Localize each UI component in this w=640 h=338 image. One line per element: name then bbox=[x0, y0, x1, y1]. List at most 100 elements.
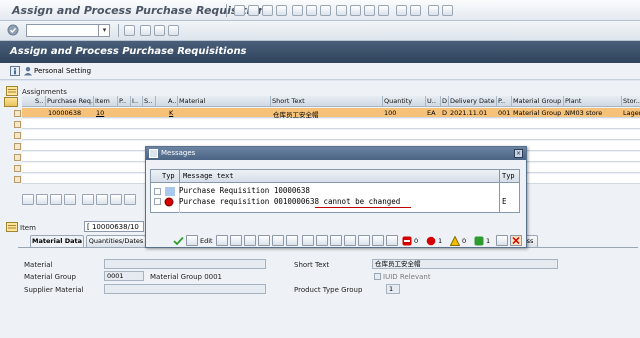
col-unit[interactable]: U.. bbox=[427, 97, 436, 105]
export-icon[interactable] bbox=[344, 235, 356, 246]
zoom-icon[interactable] bbox=[36, 194, 48, 205]
col-short-text[interactable]: Short Text bbox=[272, 97, 305, 105]
item-label: Item bbox=[20, 224, 36, 232]
tab-material-data[interactable]: Material Data bbox=[30, 235, 84, 247]
edit-pencil-icon[interactable] bbox=[186, 235, 198, 246]
new-session-icon[interactable] bbox=[396, 5, 407, 16]
warning-filter-icon[interactable] bbox=[450, 236, 460, 246]
layout-icon[interactable] bbox=[442, 5, 453, 16]
dialog-icon bbox=[149, 149, 158, 158]
col-d[interactable]: D bbox=[442, 97, 447, 105]
exit-icon[interactable] bbox=[262, 5, 273, 16]
filter-icon[interactable] bbox=[316, 235, 328, 246]
paste-icon[interactable] bbox=[64, 194, 76, 205]
col-p[interactable]: P.. bbox=[119, 97, 126, 105]
col-purchase-req[interactable]: Purchase Req. bbox=[47, 97, 93, 105]
error-filter-icon[interactable] bbox=[426, 236, 436, 246]
technical-info-icon[interactable] bbox=[230, 235, 242, 246]
row-select-checkbox[interactable] bbox=[14, 143, 21, 150]
previous-icon[interactable] bbox=[258, 235, 270, 246]
prev-page-icon[interactable] bbox=[350, 5, 361, 16]
first-icon[interactable] bbox=[244, 235, 256, 246]
sort-asc-icon[interactable] bbox=[82, 194, 94, 205]
col-a[interactable]: A.. bbox=[168, 97, 176, 105]
message-checkbox[interactable] bbox=[154, 188, 161, 195]
table-row[interactable] bbox=[22, 130, 640, 140]
col-quantity[interactable]: Quantity bbox=[384, 97, 412, 105]
filter-icon[interactable] bbox=[96, 194, 108, 205]
layout-icon[interactable] bbox=[372, 235, 384, 246]
col-typ[interactable]: Typ bbox=[151, 170, 179, 183]
personal-setting-icon bbox=[24, 67, 32, 76]
col-p2[interactable]: P.. bbox=[498, 97, 505, 105]
col-status[interactable]: S.. bbox=[35, 97, 43, 105]
messages-table: Typ Message text Typ Purchase Requisitio… bbox=[150, 169, 520, 213]
sum-icon[interactable] bbox=[110, 194, 122, 205]
message-checkbox[interactable] bbox=[154, 198, 161, 205]
print-icon[interactable] bbox=[358, 235, 370, 246]
col-material-group[interactable]: Material Group bbox=[513, 97, 561, 105]
back-icon[interactable] bbox=[248, 5, 259, 16]
find-next-icon[interactable] bbox=[320, 5, 331, 16]
shortcut-icon[interactable] bbox=[410, 5, 421, 16]
info-icon[interactable] bbox=[10, 66, 20, 76]
last-icon[interactable] bbox=[286, 235, 298, 246]
col-stor[interactable]: Stor.. bbox=[623, 97, 640, 105]
row-select-checkbox[interactable] bbox=[14, 165, 21, 172]
col-typ-2[interactable]: Typ bbox=[499, 170, 519, 183]
row-select-checkbox[interactable] bbox=[14, 121, 21, 128]
table-row[interactable] bbox=[22, 119, 640, 129]
sum-icon[interactable] bbox=[330, 235, 342, 246]
personal-setting-button[interactable]: Personal Setting bbox=[34, 67, 91, 75]
row-d: D bbox=[442, 109, 448, 117]
dialog-title: Messages bbox=[161, 149, 196, 157]
stop-filter-icon[interactable] bbox=[402, 236, 412, 246]
first-page-icon[interactable] bbox=[336, 5, 347, 16]
print-icon[interactable] bbox=[292, 5, 303, 16]
edit-button[interactable]: Edit bbox=[200, 237, 213, 245]
toolbar-exit-icon[interactable] bbox=[154, 25, 165, 36]
toolbar-save-icon[interactable] bbox=[124, 25, 135, 36]
cancel-icon[interactable] bbox=[276, 5, 287, 16]
col-material[interactable]: Material bbox=[179, 97, 205, 105]
col-s[interactable]: S.. bbox=[144, 97, 152, 105]
enter-icon[interactable] bbox=[7, 24, 19, 36]
row-select-checkbox[interactable] bbox=[14, 110, 21, 117]
subtotal-icon[interactable] bbox=[124, 194, 136, 205]
col-delivery-date[interactable]: Delivery Date bbox=[450, 97, 495, 105]
sort-ascending-icon[interactable] bbox=[302, 235, 314, 246]
row-acct[interactable]: K bbox=[169, 109, 173, 117]
col-plant[interactable]: Plant bbox=[565, 97, 581, 105]
toolbar-cancel-icon[interactable] bbox=[168, 25, 179, 36]
next-page-icon[interactable] bbox=[364, 5, 375, 16]
row-item-link[interactable]: 10 bbox=[96, 109, 104, 117]
info-filter-icon[interactable] bbox=[496, 235, 508, 246]
iuid-checkbox[interactable] bbox=[374, 273, 381, 280]
select-all-icon[interactable] bbox=[4, 97, 18, 107]
toolbar-back-icon[interactable] bbox=[140, 25, 151, 36]
cancel-x-icon[interactable] bbox=[510, 235, 522, 246]
save-layout-icon[interactable] bbox=[386, 235, 398, 246]
copy-icon[interactable] bbox=[50, 194, 62, 205]
find-icon[interactable] bbox=[306, 5, 317, 16]
table-row[interactable]: 10000638 10 K 仓库员工安全帽 100 EA D 2021.11.0… bbox=[22, 108, 640, 119]
item-select-field[interactable]: [ 10000638/10 bbox=[84, 221, 144, 232]
confirm-check-icon[interactable] bbox=[173, 236, 184, 246]
row-select-checkbox[interactable] bbox=[14, 176, 21, 183]
stop-count: 0 bbox=[414, 237, 419, 245]
success-filter-icon[interactable] bbox=[474, 236, 484, 246]
detail-icon[interactable] bbox=[22, 194, 34, 205]
row-select-checkbox[interactable] bbox=[14, 154, 21, 161]
close-icon[interactable]: × bbox=[514, 149, 523, 158]
col-message-text[interactable]: Message text bbox=[179, 170, 499, 183]
next-icon[interactable] bbox=[272, 235, 284, 246]
tab-quantities-dates[interactable]: Quantities/Dates bbox=[86, 235, 146, 247]
col-item[interactable]: Item bbox=[95, 97, 110, 105]
save-icon[interactable] bbox=[234, 5, 245, 16]
help-icon[interactable] bbox=[216, 235, 228, 246]
help-icon[interactable] bbox=[428, 5, 439, 16]
last-page-icon[interactable] bbox=[378, 5, 389, 16]
command-dropdown-icon[interactable]: ▾ bbox=[98, 24, 110, 37]
row-select-checkbox[interactable] bbox=[14, 132, 21, 139]
col-i[interactable]: I.. bbox=[132, 97, 138, 105]
